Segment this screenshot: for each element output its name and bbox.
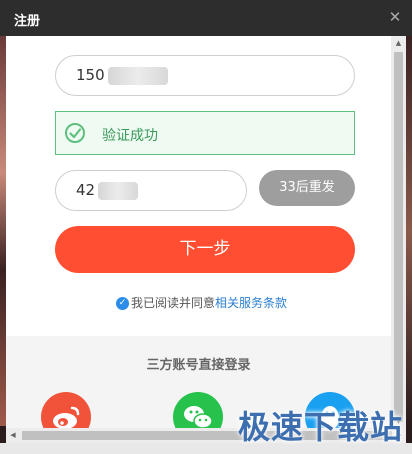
- resend-button[interactable]: 33后重发: [259, 170, 355, 206]
- check-circle-icon: [65, 123, 85, 143]
- vertical-scroll-thumb[interactable]: [394, 52, 403, 422]
- agreement: ✓ 我已阅读并同意相关服务条款: [116, 294, 287, 311]
- agree-text: 我已阅读并同意: [131, 296, 216, 310]
- phone-value: 150: [76, 66, 105, 84]
- background-right: [406, 36, 412, 426]
- verify-success-text: 验证成功: [102, 128, 158, 144]
- vertical-scrollbar[interactable]: ▲ ▼: [391, 36, 406, 428]
- weibo-login-button[interactable]: [41, 392, 91, 428]
- agree-checkbox[interactable]: ✓: [116, 297, 129, 310]
- close-icon[interactable]: ✕: [386, 8, 404, 26]
- sms-code-value: 42: [76, 181, 96, 199]
- scroll-up-icon[interactable]: ▲: [391, 36, 406, 50]
- window-title: 注册: [14, 14, 41, 29]
- terms-link[interactable]: 相关服务条款: [215, 296, 287, 310]
- phone-input[interactable]: 150: [55, 55, 355, 96]
- wechat-login-button[interactable]: [173, 392, 223, 428]
- sms-code-input[interactable]: 42: [55, 170, 247, 211]
- wechat-icon: [184, 406, 213, 428]
- scroll-left-icon[interactable]: ◀: [6, 428, 20, 443]
- redacted-code-blur: [98, 182, 138, 200]
- register-dialog: 150 验证成功 42 33后重发 下一步 ✓ 我已阅读并同意相关服务条款 三方账…: [6, 36, 391, 428]
- third-party-title: 三方账号直接登录: [146, 358, 251, 373]
- title-bar: 注册 ✕: [0, 0, 412, 36]
- site-watermark: 极速下载站: [238, 408, 404, 446]
- weibo-icon: [53, 406, 80, 428]
- redacted-phone-blur: [108, 67, 168, 85]
- next-step-button[interactable]: 下一步: [55, 226, 355, 273]
- verify-status: 验证成功: [55, 111, 355, 155]
